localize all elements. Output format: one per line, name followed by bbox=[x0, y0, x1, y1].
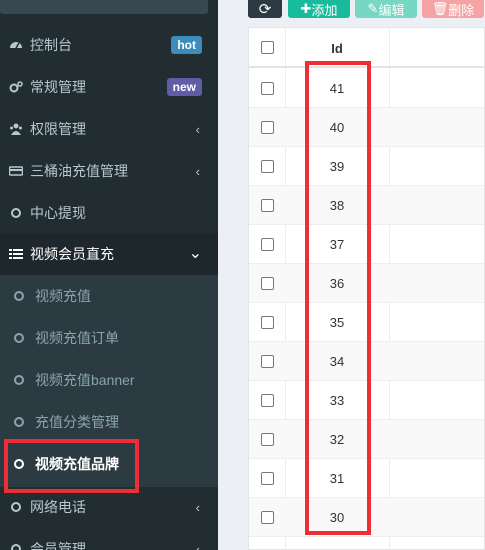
sidebar-subitem-video-orders[interactable]: 视频充值订单 bbox=[0, 317, 218, 359]
delete-button[interactable]: 🗑 删除 bbox=[422, 0, 484, 18]
edit-label: 编辑 bbox=[378, 2, 405, 18]
delete-label: 删除 bbox=[448, 2, 475, 18]
sidebar-subitem-video-brand[interactable]: 视频充值品牌 bbox=[0, 443, 218, 485]
id-cell: 33 bbox=[329, 393, 345, 408]
sidebar-item-dashboard[interactable]: 控制台 hot bbox=[0, 24, 218, 66]
sidebar: 控制台 hot 常规管理 new 权限管理 ‹ 三桶油充值管理 ‹ 中心提现 视… bbox=[0, 0, 218, 550]
chevron-left-icon: ‹ bbox=[195, 541, 200, 550]
sidebar-item-members[interactable]: 会员管理 ‹ bbox=[0, 528, 218, 550]
table-row[interactable]: 30 bbox=[249, 498, 484, 537]
list-icon bbox=[9, 247, 23, 261]
circle-icon bbox=[9, 206, 23, 220]
sidebar-item-label: 控制台 bbox=[30, 37, 72, 53]
row-checkbox[interactable] bbox=[261, 160, 274, 173]
refresh-icon: ⟳ bbox=[258, 1, 272, 18]
row-checkbox[interactable] bbox=[261, 316, 274, 329]
sidebar-item-label: 视频充值 bbox=[35, 288, 91, 304]
table-row[interactable]: 33 bbox=[249, 381, 484, 420]
row-checkbox[interactable] bbox=[261, 199, 274, 212]
table-row[interactable]: 38 bbox=[249, 186, 484, 225]
sidebar-item-video-vip[interactable]: 视频会员直充 ⌄ bbox=[0, 233, 218, 275]
sidebar-subitem-category[interactable]: 充值分类管理 bbox=[0, 401, 218, 443]
sidebar-item-label: 中心提现 bbox=[30, 205, 86, 221]
chevron-down-icon: ⌄ bbox=[188, 245, 202, 262]
id-cell: 36 bbox=[329, 276, 345, 291]
id-cell: 38 bbox=[329, 198, 345, 213]
table-row[interactable]: 39 bbox=[249, 147, 484, 186]
id-cell: 34 bbox=[329, 354, 345, 369]
circle-icon bbox=[12, 415, 26, 429]
sidebar-subitem-video-recharge[interactable]: 视频充值 bbox=[0, 275, 218, 317]
id-cell: 31 bbox=[329, 471, 345, 486]
circle-icon bbox=[12, 331, 26, 345]
table-row[interactable]: 36 bbox=[249, 264, 484, 303]
row-checkbox[interactable] bbox=[261, 433, 274, 446]
id-cell: 35 bbox=[329, 315, 345, 330]
sidebar-item-label: 网络电话 bbox=[30, 499, 86, 515]
chevron-left-icon: ‹ bbox=[195, 163, 200, 179]
row-checkbox[interactable] bbox=[261, 472, 274, 485]
circle-icon bbox=[9, 542, 23, 550]
table-header-row: Id bbox=[249, 28, 484, 68]
row-checkbox[interactable] bbox=[261, 394, 274, 407]
chevron-left-icon: ‹ bbox=[195, 499, 200, 515]
chevron-left-icon: ‹ bbox=[195, 121, 200, 137]
users-icon bbox=[9, 122, 23, 136]
row-checkbox[interactable] bbox=[261, 238, 274, 251]
add-button[interactable]: ✚ 添加 bbox=[288, 0, 350, 18]
table-row[interactable]: 34 bbox=[249, 342, 484, 381]
refresh-button[interactable]: ⟳ bbox=[248, 0, 282, 18]
table-row[interactable]: 32 bbox=[249, 420, 484, 459]
row-checkbox[interactable] bbox=[261, 121, 274, 134]
dashboard-icon bbox=[9, 38, 23, 52]
sidebar-item-permissions[interactable]: 权限管理 ‹ bbox=[0, 108, 218, 150]
id-cell: 40 bbox=[329, 120, 345, 135]
sidebar-item-label: 充值分类管理 bbox=[35, 414, 119, 430]
table-row[interactable]: 41 bbox=[249, 69, 484, 108]
sidebar-item-label: 视频充值品牌 bbox=[35, 456, 119, 472]
sidebar-item-label: 视频充值banner bbox=[35, 372, 135, 388]
hot-badge: hot bbox=[171, 36, 202, 54]
sidebar-item-oil-recharge[interactable]: 三桶油充值管理 ‹ bbox=[0, 150, 218, 192]
sidebar-item-label: 视频会员直充 bbox=[30, 246, 114, 262]
row-checkbox[interactable] bbox=[261, 277, 274, 290]
column-header-id[interactable]: Id bbox=[285, 41, 389, 56]
sidebar-item-withdraw[interactable]: 中心提现 bbox=[0, 192, 218, 234]
credit-card-icon bbox=[9, 164, 23, 178]
table-row[interactable]: 37 bbox=[249, 225, 484, 264]
id-cell: 39 bbox=[329, 159, 345, 174]
sidebar-item-label: 三桶油充值管理 bbox=[30, 163, 128, 179]
row-checkbox[interactable] bbox=[261, 355, 274, 368]
circle-icon bbox=[12, 289, 26, 303]
sidebar-item-label: 视频充值订单 bbox=[35, 330, 119, 346]
circle-icon bbox=[12, 373, 26, 387]
circle-icon bbox=[9, 500, 23, 514]
sidebar-subitem-video-banner[interactable]: 视频充值banner bbox=[0, 359, 218, 401]
sidebar-item-network-phone[interactable]: 网络电话 ‹ bbox=[0, 486, 218, 528]
id-cell: 41 bbox=[329, 81, 345, 96]
cogs-icon bbox=[9, 80, 23, 94]
new-badge: new bbox=[166, 78, 202, 96]
edit-button[interactable]: ✎ 编辑 bbox=[355, 0, 417, 18]
sidebar-item-label: 常规管理 bbox=[30, 79, 86, 95]
id-cell: 32 bbox=[329, 432, 345, 447]
sidebar-item-label: 权限管理 bbox=[30, 121, 86, 137]
row-checkbox[interactable] bbox=[261, 82, 274, 95]
sidebar-search-box[interactable] bbox=[0, 0, 208, 14]
sidebar-item-general[interactable]: 常规管理 new bbox=[0, 66, 218, 108]
data-table: Id 41 40 39 38 37 36 35 34 33 32 31 30 bbox=[248, 27, 485, 550]
circle-icon bbox=[12, 457, 26, 471]
sidebar-item-label: 会员管理 bbox=[30, 541, 86, 550]
table-row[interactable]: 35 bbox=[249, 303, 484, 342]
id-cell: 37 bbox=[329, 237, 345, 252]
select-all-checkbox[interactable] bbox=[261, 41, 274, 54]
table-row[interactable]: 40 bbox=[249, 108, 484, 147]
table-row[interactable]: 31 bbox=[249, 459, 484, 498]
row-checkbox[interactable] bbox=[261, 511, 274, 524]
add-label: 添加 bbox=[311, 2, 338, 18]
id-cell: 30 bbox=[329, 510, 345, 525]
